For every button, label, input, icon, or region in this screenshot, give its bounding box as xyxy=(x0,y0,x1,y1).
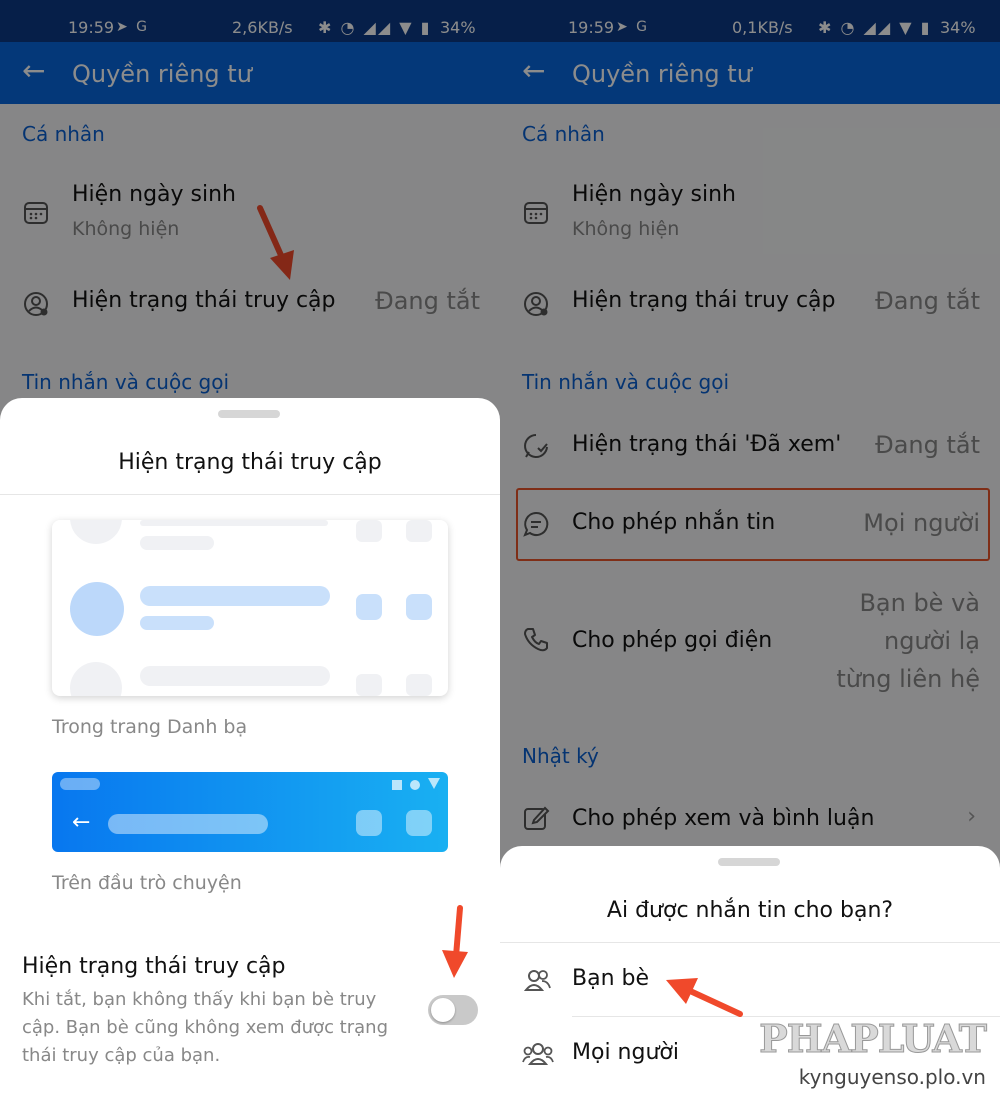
option-label: Bạn bè xyxy=(572,966,650,991)
contacts-preview xyxy=(52,520,448,696)
watermark: PHAPLUAT kynguyenso.plo.vn xyxy=(759,1016,988,1090)
toggle-title: Hiện trạng thái truy cập xyxy=(22,954,286,979)
back-arrow-icon: ← xyxy=(72,810,91,835)
annotation-arrow-icon xyxy=(666,978,743,1017)
sheet-title: Hiện trạng thái truy cập xyxy=(118,450,382,475)
sheet-title: Ai được nhắn tin cho bạn? xyxy=(606,898,894,923)
option-friends[interactable]: Bạn bè xyxy=(500,944,1000,1016)
bottom-sheet: Ai được nhắn tin cho bạn? Bạn bè Mọi ngư… xyxy=(500,846,1000,1111)
watermark-site: kynguyenso.plo.vn xyxy=(798,1065,986,1089)
right-screenshot: 19:59 ➤ G 0,1KB/s ✱ ◔ ◢◢ ▼ ▮ 34% ← Quyền… xyxy=(500,0,1000,1111)
group-icon xyxy=(522,1043,554,1065)
bottom-sheet: Hiện trạng thái truy cập Trong trang Dan… xyxy=(0,398,500,1111)
chat-header-preview: ← xyxy=(52,772,448,852)
toggle-knob xyxy=(431,998,455,1022)
sheet-handle[interactable] xyxy=(218,410,280,418)
friends-icon xyxy=(524,970,551,991)
left-screenshot: 19:59 ➤ G 2,6KB/s ✱ ◔ ◢◢ ▼ ▮ 34% ← Quyền… xyxy=(0,0,500,1111)
watermark-brand: PHAPLUAT xyxy=(759,1016,988,1062)
avatar xyxy=(70,582,124,636)
option-label: Mọi người xyxy=(572,1040,679,1065)
access-status-toggle[interactable] xyxy=(428,995,478,1025)
caption-contacts: Trong trang Danh bạ xyxy=(52,716,248,738)
annotation-arrow-icon xyxy=(442,905,468,978)
divider xyxy=(0,494,500,495)
caption-chat: Trên đầu trò chuyện xyxy=(52,872,242,894)
divider xyxy=(500,942,1000,943)
toggle-description: Khi tắt, bạn không thấy khi bạn bè truy … xyxy=(22,989,389,1066)
sheet-handle[interactable] xyxy=(718,858,780,866)
